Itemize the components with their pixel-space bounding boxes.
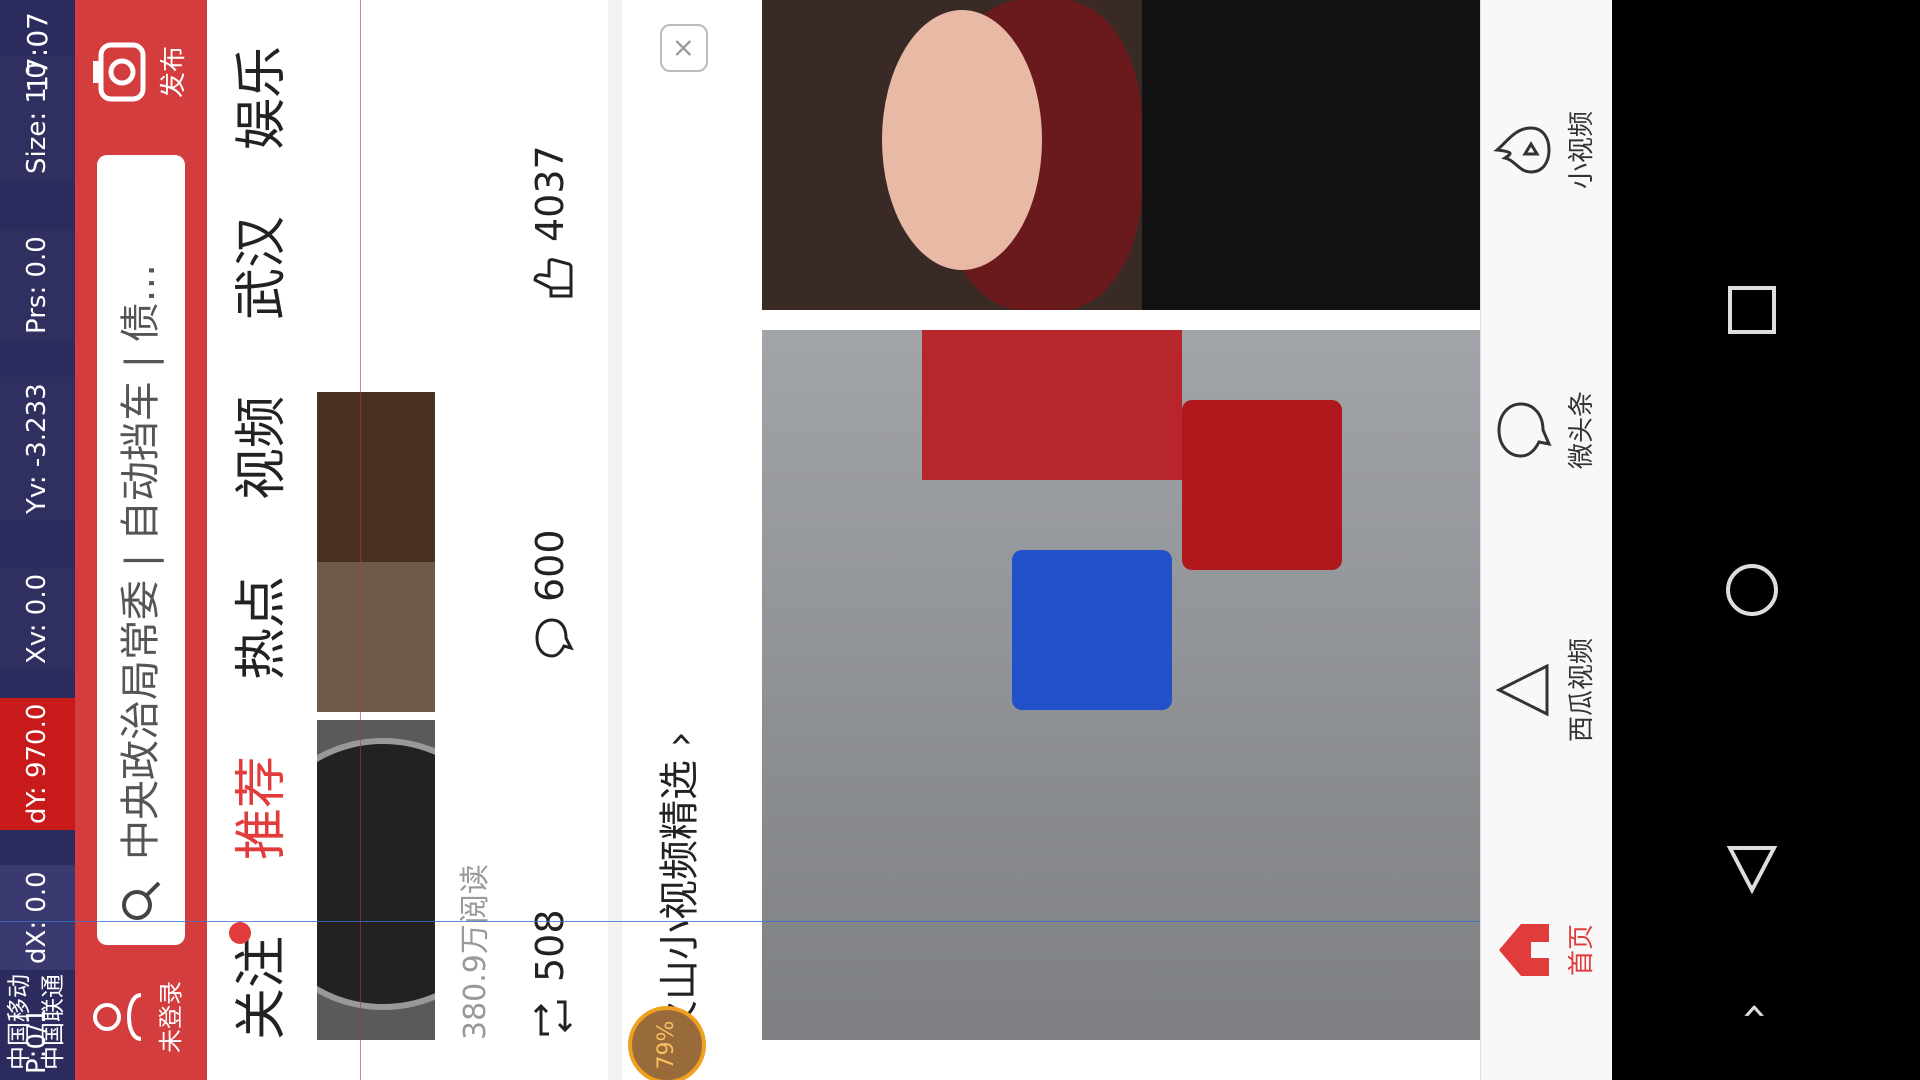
publish-label: 发布 xyxy=(159,46,189,99)
system-navigation: › xyxy=(1612,0,1920,1080)
nav-micro-headline[interactable]: 微头条 xyxy=(1493,340,1603,520)
tab-recommend[interactable]: 推荐 xyxy=(207,756,317,860)
tab-follow[interactable]: 关注 xyxy=(207,921,317,1040)
thumbs-up-icon xyxy=(532,258,572,298)
face-region xyxy=(882,10,1042,270)
comment-icon xyxy=(534,618,574,658)
search-placeholder: 中央政治局常委 | 自动挡车 | 债... xyxy=(118,264,164,860)
back-icon[interactable] xyxy=(1722,840,1782,900)
read-count: 380.9万阅读 xyxy=(458,864,493,1040)
search-bar[interactable]: 中央政治局常委 | 自动挡车 | 债... xyxy=(97,155,185,945)
search-icon xyxy=(122,881,161,920)
nav-xigua-video[interactable]: 西瓜视频 xyxy=(1493,600,1603,780)
comment-button[interactable]: 600 xyxy=(515,529,585,660)
video-section-title[interactable]: 火山小视频精选 › xyxy=(640,731,720,1040)
touch-trace-vertical xyxy=(0,921,1480,922)
nav-home-label: 首页 xyxy=(1567,924,1597,977)
debug-prs: Prs: 0.0 xyxy=(0,230,75,340)
chevron-right-icon[interactable]: › xyxy=(1727,1002,1778,1020)
tab-wuhan[interactable]: 武汉 xyxy=(207,216,317,320)
debug-dx: dX: 0.0 xyxy=(0,865,75,970)
video-thumbnail-1[interactable] xyxy=(762,330,1480,1040)
phone-screen: 中国移动 中国联通 P:0/1 dX: 0.0 dY: 970.0 Xv: 0.… xyxy=(0,0,1920,1080)
debug-pointer: P:0/1 xyxy=(22,1007,52,1074)
nav-xigua-label: 西瓜视频 xyxy=(1567,638,1597,743)
logo-image xyxy=(317,738,435,1010)
camera-icon xyxy=(93,42,146,102)
tab-video[interactable]: 视频 xyxy=(207,396,317,500)
food-image xyxy=(317,392,435,562)
clock: 17:07 xyxy=(21,12,54,93)
person-red xyxy=(1182,400,1342,570)
comment-count: 600 xyxy=(528,529,572,602)
play-triangle-icon xyxy=(1495,663,1549,717)
login-button[interactable]: 未登录 xyxy=(85,972,195,1062)
touch-trace-horizontal xyxy=(360,0,361,1080)
black-shirt xyxy=(1142,0,1480,310)
nav-home[interactable]: 首页 xyxy=(1493,860,1603,1040)
article-images[interactable] xyxy=(317,0,435,1080)
floating-percent-badge[interactable]: 79% xyxy=(628,1006,706,1080)
person-blue xyxy=(1012,550,1172,710)
recents-square-icon[interactable] xyxy=(1722,280,1782,340)
video-thumbnail-2[interactable] xyxy=(762,0,1480,310)
tab-follow-label: 关注 xyxy=(232,935,292,1040)
nav-short-video[interactable]: 小视频 xyxy=(1493,60,1603,240)
like-count: 4037 xyxy=(528,145,572,242)
home-icon xyxy=(1499,924,1549,976)
publish-button[interactable]: 发布 xyxy=(83,12,201,132)
section-divider xyxy=(608,0,622,1080)
red-car xyxy=(922,330,1182,480)
top-header: 未登录 中央政治局常委 | 自动挡车 | 债... 发布 xyxy=(75,0,207,1080)
notification-dot xyxy=(229,921,251,944)
article-image-1 xyxy=(317,720,435,1040)
close-button[interactable]: × xyxy=(660,24,708,72)
debug-dy: dY: 970.0 xyxy=(0,697,75,830)
debug-yv: Yv: -3.233 xyxy=(0,377,75,520)
nav-micro-headline-label: 微头条 xyxy=(1567,391,1597,470)
flame-icon xyxy=(1493,126,1551,174)
tab-entertainment[interactable]: 娱乐 xyxy=(207,40,317,150)
channel-tabs: 关注 推荐 热点 视频 武汉 娱乐 xyxy=(207,0,317,1080)
tab-hot[interactable]: 热点 xyxy=(207,576,317,680)
like-button[interactable]: 4037 xyxy=(515,145,585,300)
article-actions: 508 600 4037 xyxy=(515,0,585,1080)
chat-bubble-icon xyxy=(1497,402,1552,458)
bottom-navigation: 首页 西瓜视频 微头条 小视频 xyxy=(1480,0,1613,1080)
article-image-2 xyxy=(317,392,435,712)
home-circle-icon[interactable] xyxy=(1722,560,1782,620)
debug-xv: Xv: 0.0 xyxy=(0,567,75,670)
user-icon xyxy=(93,993,142,1041)
nav-short-video-label: 小视频 xyxy=(1567,111,1597,190)
status-bar: 中国移动 中国联通 P:0/1 dX: 0.0 dY: 970.0 Xv: 0.… xyxy=(0,0,75,1080)
repost-button[interactable]: 508 xyxy=(515,909,585,1040)
login-label: 未登录 xyxy=(157,981,185,1053)
repost-icon xyxy=(533,1000,572,1036)
